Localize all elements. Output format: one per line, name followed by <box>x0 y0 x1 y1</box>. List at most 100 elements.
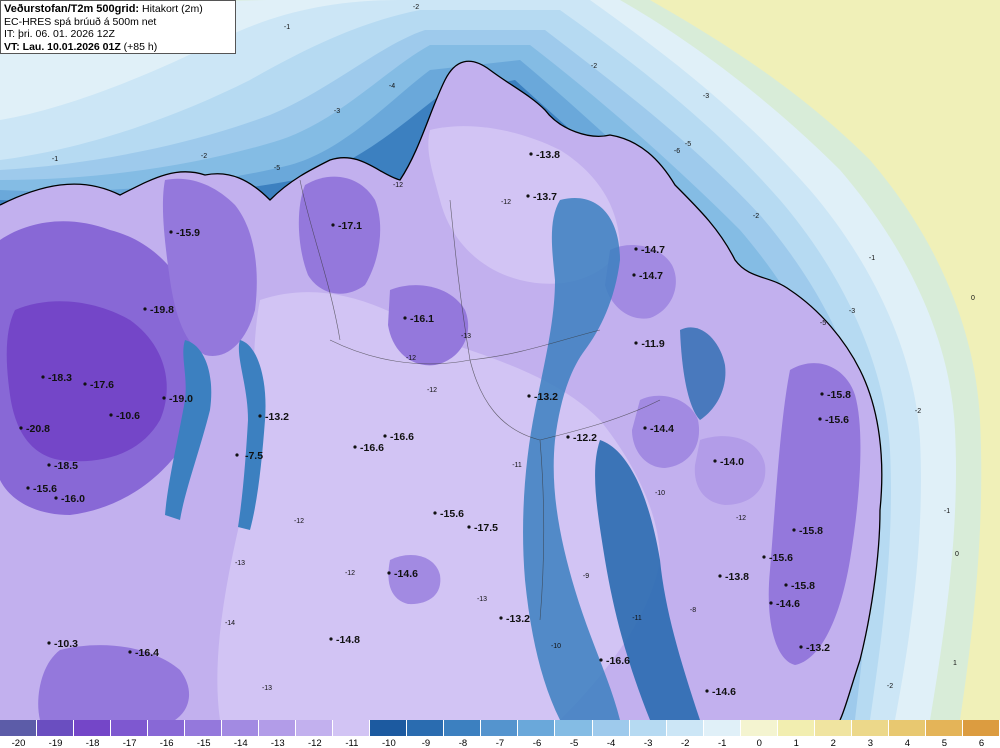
point-temperature: -13.2 <box>534 391 558 403</box>
contour-label: -12 <box>501 199 511 206</box>
contour-label: -10 <box>655 490 665 497</box>
station-dot <box>329 637 333 641</box>
station-dot <box>713 459 717 463</box>
colorbar-tick-label: -4 <box>606 738 616 748</box>
point-temperature: -18.3 <box>48 372 72 384</box>
source-title: Veðurstofan/T2m 500grid: <box>4 3 140 15</box>
colorbar-swatch <box>962 720 1000 736</box>
point-temperature: -14.6 <box>712 686 736 698</box>
colorbar-tick-label: 2 <box>830 738 836 748</box>
contour-label: -5 <box>685 141 691 148</box>
colorbar-tick-label: -17 <box>122 738 137 748</box>
contour-label: -10 <box>551 643 561 650</box>
contour-label: 0 <box>971 295 975 302</box>
colorbar-tick-label: -6 <box>532 738 542 748</box>
colorbar-tick-label: -20 <box>11 738 26 748</box>
colorbar-tick-label: -15 <box>196 738 211 748</box>
contour-label: -3 <box>334 108 340 115</box>
colorbar-tick-label: 6 <box>978 738 985 748</box>
station-dot <box>643 426 647 430</box>
station-dot <box>769 601 773 605</box>
point-temperature: -16.6 <box>390 431 414 443</box>
contour-label: -2 <box>915 408 921 415</box>
point-temperature: -15.9 <box>176 227 200 239</box>
station-dot <box>529 152 533 156</box>
point-temperature: -14.4 <box>650 423 674 435</box>
north-cold-zone <box>298 176 381 294</box>
station-dot <box>818 417 822 421</box>
point-temperature: -14.8 <box>336 634 360 646</box>
contour-label: -1 <box>944 508 950 515</box>
point-temperature: -14.6 <box>776 598 800 610</box>
contour-label: -12 <box>393 182 403 189</box>
point-temperature: -16.6 <box>606 655 630 667</box>
contour-label: -2 <box>201 153 207 160</box>
station-dot <box>41 375 45 379</box>
issue-time: IT: þri. 06. 01. 2026 12Z <box>4 28 115 40</box>
colorbar-swatch <box>592 720 630 736</box>
colorbar-swatch <box>703 720 741 736</box>
point-temperature: -15.8 <box>827 389 851 401</box>
station-dot <box>169 230 173 234</box>
point-temperature: -13.2 <box>506 613 530 625</box>
contour-label: -14 <box>225 620 235 627</box>
point-temperature: -14.7 <box>639 270 663 282</box>
station-dot <box>47 463 51 467</box>
colorbar-swatches <box>0 720 1000 736</box>
contour-label: -3 <box>849 308 855 315</box>
point-temperature: -14.6 <box>394 568 418 580</box>
contour-label: -5 <box>820 320 826 327</box>
contour-label: -1 <box>869 255 875 262</box>
point-temperature: -13.2 <box>265 411 289 423</box>
point-temperature: -20.8 <box>26 423 50 435</box>
colorbar-swatch <box>629 720 667 736</box>
colorbar-swatch <box>222 720 260 736</box>
colorbar-swatch <box>185 720 223 736</box>
colorbar-tick-label: -1 <box>717 738 727 748</box>
temperature-colorbar: -20 -19 -18 -17 -16 -15 -14 -13 -12 -11 -10 -9 -8 -7-… <box>0 720 1000 748</box>
contour-label: -13 <box>461 333 471 340</box>
colorbar-swatch <box>555 720 593 736</box>
colorbar-swatch <box>74 720 112 736</box>
contour-label: -12 <box>345 570 355 577</box>
station-dot <box>128 650 132 654</box>
colorbar-swatch <box>666 720 704 736</box>
point-temperature: -12.2 <box>573 432 597 444</box>
station-dot <box>235 453 239 457</box>
map-title-box: Veðurstofan/T2m 500grid: Hitakort (2m) E… <box>0 0 236 54</box>
colorbar-swatch <box>740 720 778 736</box>
contour-label: -12 <box>427 387 437 394</box>
station-dot <box>467 525 471 529</box>
contour-label: -13 <box>235 560 245 567</box>
colorbar-tick-label: -10 <box>382 738 396 748</box>
station-dot <box>799 645 803 649</box>
colorbar-swatch <box>925 720 963 736</box>
contour-label: -5 <box>274 165 280 172</box>
colorbar-tick-label: 3 <box>867 738 874 748</box>
temperature-map: -13.8 -13.7 -15.9 -17.1 -14.7 -14.7 -19.8 -16.1… <box>0 0 1000 720</box>
point-temperature: -10.6 <box>116 410 140 422</box>
colorbar-swatch <box>851 720 889 736</box>
station-dot <box>47 641 51 645</box>
forecast-map-page: -13.8 -13.7 -15.9 -17.1 -14.7 -14.7 -19.8 -16.1… <box>0 0 1000 748</box>
colorbar-swatch <box>777 720 815 736</box>
station-dot <box>499 616 503 620</box>
station-dot <box>820 392 824 396</box>
point-temperature: -17.6 <box>90 379 114 391</box>
station-dot <box>162 396 166 400</box>
colorbar-tick-label: -8 <box>458 738 468 748</box>
station-dot <box>387 571 391 575</box>
contour-label: -13 <box>477 596 487 603</box>
point-temperature: -17.5 <box>474 522 498 534</box>
valid-time: VT: Lau. 10.01.2026 01Z <box>4 40 121 53</box>
colorbar-swatch <box>518 720 556 736</box>
model-description: EC-HRES spá brúuð á 500m net <box>4 15 157 28</box>
station-dot <box>527 394 531 398</box>
contour-label: -4 <box>389 83 395 90</box>
point-temperature: -19.8 <box>150 304 174 316</box>
colorbar-swatch <box>370 720 408 736</box>
colorbar-swatch <box>888 720 926 736</box>
colorbar-swatch <box>444 720 482 736</box>
colorbar-tick-label: -19 <box>48 738 63 748</box>
station-dot <box>403 316 407 320</box>
